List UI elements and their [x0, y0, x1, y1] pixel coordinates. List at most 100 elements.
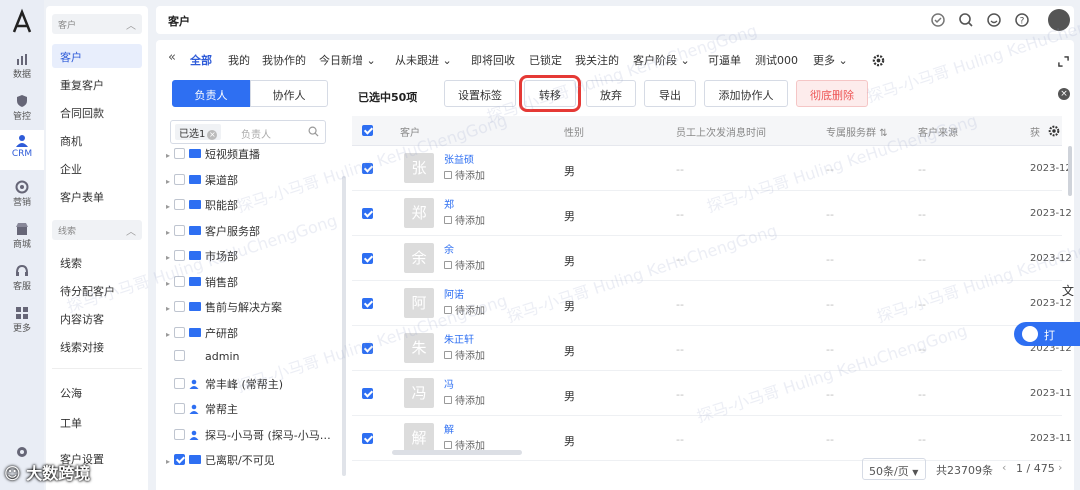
filter-all[interactable]: 全部 [190, 52, 212, 68]
tree-checkbox[interactable] [174, 148, 185, 159]
tree-checkbox[interactable] [174, 301, 185, 312]
filter-today[interactable]: 今日新增 ⌄ [319, 52, 376, 68]
sidebar-group-customer[interactable]: 客户 ︿ [52, 14, 142, 34]
close-icon[interactable]: × [207, 130, 218, 140]
filter-locked[interactable]: 已锁定 [529, 52, 562, 68]
settings-icon[interactable] [14, 444, 30, 460]
delete-button[interactable]: 彻底删除 [796, 80, 868, 107]
tree-node[interactable]: ▸ 客户服务部 [166, 223, 260, 243]
filter-push[interactable]: 可逼单 [708, 52, 741, 68]
nav-control[interactable]: 管控 [0, 90, 44, 126]
avatar[interactable] [1048, 9, 1070, 31]
tree-scrollbar[interactable] [342, 176, 346, 476]
sidebar-item-form[interactable]: 客户表单 [52, 184, 142, 208]
tree-checkbox[interactable] [174, 350, 185, 361]
set-tag-button[interactable]: 设置标签 [444, 80, 516, 107]
tag-status[interactable]: 待添加 [444, 347, 485, 362]
row-checkbox[interactable] [362, 163, 373, 174]
row-checkbox[interactable] [362, 388, 373, 399]
tag-status[interactable]: 待添加 [444, 167, 485, 182]
caret-right-icon[interactable]: ▸ [166, 330, 174, 339]
tree-checkbox[interactable] [174, 403, 185, 414]
nav-shop[interactable]: 商城 [0, 218, 44, 254]
tree-node[interactable]: ▸ 短视频直播 [166, 146, 260, 166]
customer-name-link[interactable]: 郑 [444, 196, 454, 211]
sidebar-item-unassigned[interactable]: 待分配客户 [52, 278, 142, 302]
tree-node[interactable]: 探马-小马哥 (探马-小马… [166, 427, 331, 447]
filter-followed[interactable]: 我关注的 [575, 52, 619, 68]
caret-right-icon[interactable]: ▸ [166, 177, 174, 186]
filter-test[interactable]: 测试000 [755, 52, 798, 68]
tree-checkbox[interactable] [174, 428, 185, 440]
filter-never-followed[interactable]: 从未跟进 ⌄ [395, 52, 452, 68]
sidebar-group-leads[interactable]: 线索 ︿ [52, 220, 142, 240]
translate-icon[interactable]: 文 [1062, 282, 1078, 298]
tree-checkbox[interactable] [174, 326, 185, 338]
row-checkbox[interactable] [362, 343, 373, 354]
nav-marketing[interactable]: 营销 [0, 176, 44, 212]
tag-status[interactable]: 待添加 [444, 302, 485, 317]
sidebar-item-duplicate[interactable]: 重复客户 [52, 72, 142, 96]
nav-crm[interactable]: CRM [0, 130, 44, 170]
tree-node[interactable]: ▸ 产研部 [166, 325, 238, 345]
sidebar-item-customer[interactable]: 客户 [52, 44, 142, 68]
expand-icon[interactable] [1058, 56, 1069, 67]
filter-stage[interactable]: 客户阶段 ⌄ [633, 52, 690, 68]
abandon-button[interactable]: 放弃 [586, 80, 636, 107]
tree-checkbox[interactable] [174, 377, 185, 389]
row-checkbox[interactable] [362, 298, 373, 309]
customer-name-link[interactable]: 张益硕 [444, 151, 474, 166]
table-row[interactable]: 阿阿诺 待添加 男 -- -- -- 2023-12 [352, 281, 1072, 326]
tree-node[interactable]: ▸ 已离职/不可见 [166, 452, 275, 472]
sidebar-item-tickets[interactable]: 工单 [52, 410, 142, 434]
table-row[interactable]: 冯冯待添加 男 -- -- -- 2023-11 [352, 371, 1072, 416]
export-button[interactable]: 导出 [644, 80, 696, 107]
tag-status[interactable]: 待添加 [444, 212, 485, 227]
filter-collab[interactable]: 我协作的 [262, 52, 306, 68]
tree-node[interactable]: admin [166, 350, 239, 370]
filter-more[interactable]: 更多 ⌄ [813, 52, 848, 68]
caret-right-icon[interactable]: ▸ [166, 304, 174, 313]
sidebar-item-opportunity[interactable]: 商机 [52, 128, 142, 152]
tag-status[interactable]: 待添加 [444, 392, 485, 407]
tree-node[interactable]: ▸ 渠道部 [166, 172, 238, 192]
tree-node[interactable]: ▸ 售前与解决方案 [166, 299, 282, 319]
nav-data[interactable]: 数据 [0, 48, 44, 84]
tree-node[interactable]: 常丰峰 (常帮主) [166, 376, 283, 396]
selected-chip[interactable]: 已选1 × [175, 124, 222, 140]
row-checkbox[interactable] [362, 433, 373, 444]
sidebar-item-contract[interactable]: 合同回款 [52, 100, 142, 124]
chat-float-button[interactable]: 打 [1014, 322, 1080, 346]
caret-right-icon[interactable]: ▸ [166, 457, 174, 466]
page-size-select[interactable]: 50条/页 ▼ [862, 458, 926, 480]
sidebar-item-leads[interactable]: 线索 [52, 250, 142, 274]
prev-page-icon[interactable]: ‹ [1002, 461, 1006, 474]
tree-checkbox[interactable] [174, 275, 185, 287]
select-all-checkbox[interactable] [362, 125, 373, 136]
tree-node[interactable]: ▸ 市场部 [166, 248, 238, 268]
close-icon[interactable]: × [1058, 88, 1070, 100]
caret-right-icon[interactable]: ▸ [166, 202, 174, 211]
transfer-button[interactable]: 转移 [519, 75, 581, 112]
customer-name-link[interactable]: 阿诺 [444, 286, 464, 301]
tree-checkbox[interactable] [174, 224, 185, 236]
horizontal-scrollbar[interactable] [392, 450, 522, 455]
table-row[interactable]: 朱朱正轩 待添加男 -- -- -- 2023-12 [352, 326, 1072, 371]
gear-icon[interactable] [1048, 125, 1060, 137]
help-icon[interactable]: ? [1014, 12, 1030, 28]
tree-node[interactable]: ▸ 销售部 [166, 274, 238, 294]
tree-checkbox[interactable] [174, 250, 185, 261]
search-icon[interactable] [958, 12, 974, 28]
filter-mine[interactable]: 我的 [228, 52, 250, 68]
filter-soon-recycle[interactable]: 即将回收 [471, 52, 515, 68]
table-scrollbar[interactable] [1068, 146, 1072, 196]
caret-right-icon[interactable]: ▸ [166, 151, 174, 160]
collapse-icon[interactable]: « [168, 50, 176, 65]
customer-name-link[interactable]: 朱正轩 [444, 331, 474, 346]
check-circle-icon[interactable] [930, 12, 946, 28]
next-page-icon[interactable]: › [1058, 461, 1062, 474]
nav-more[interactable]: 更多 [0, 302, 44, 338]
customer-name-link[interactable]: 余 [444, 241, 454, 256]
row-checkbox[interactable] [362, 208, 373, 219]
tab-collaborator[interactable]: 协作人 [250, 80, 328, 107]
